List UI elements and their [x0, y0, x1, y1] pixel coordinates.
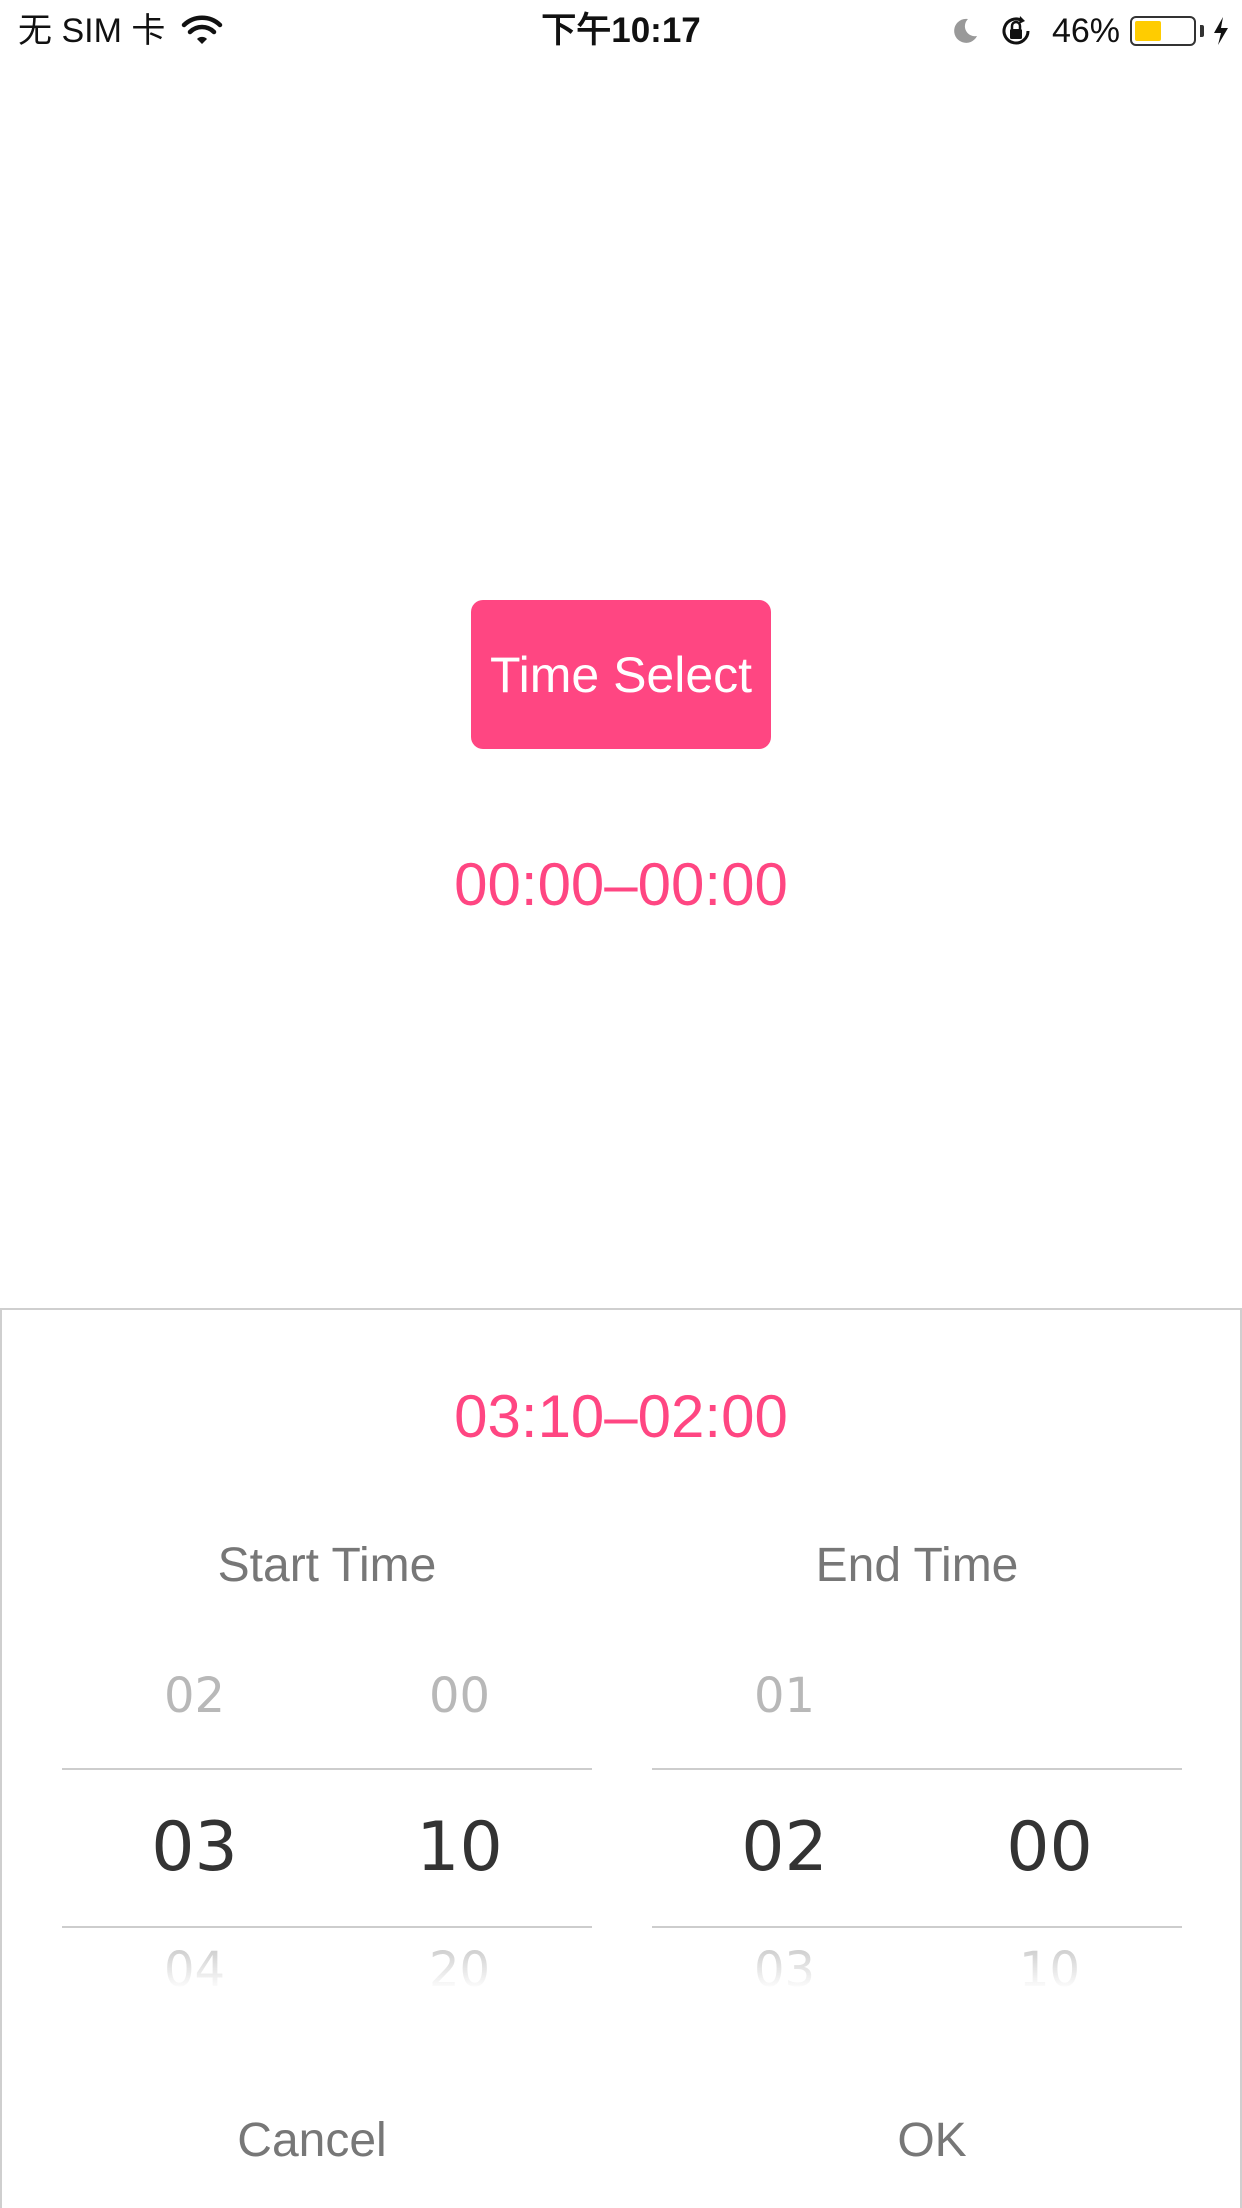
battery-tip [1200, 25, 1204, 37]
start-hour-next[interactable]: 04 [62, 1942, 327, 1990]
ok-button[interactable]: OK [732, 2090, 1132, 2190]
end-hour-wheel[interactable]: 01 02 03 [652, 1650, 917, 1990]
start-time-label: Start Time [217, 1539, 437, 1592]
start-hour-prev[interactable]: 02 [62, 1668, 327, 1724]
end-minute-next[interactable]: 10 [917, 1942, 1182, 1990]
start-hour-current[interactable]: 03 [62, 1810, 327, 1886]
end-time-label: End Time [815, 1539, 1019, 1592]
end-time-picker: 01 02 03 00 10 [652, 1650, 1182, 1990]
battery-icon [1130, 16, 1196, 46]
battery-level-fill [1135, 21, 1161, 41]
battery-percent: 46% [1051, 11, 1120, 50]
time-select-button[interactable]: Time Select [471, 600, 771, 749]
charging-bolt-icon [1214, 17, 1228, 45]
start-minute-wheel[interactable]: 00 10 20 [327, 1650, 592, 1990]
rotation-lock-icon [1002, 16, 1030, 45]
moon-icon [954, 18, 977, 43]
end-minute-current[interactable]: 00 [917, 1810, 1182, 1886]
start-hour-wheel[interactable]: 02 03 04 [62, 1650, 327, 1990]
status-bar: 无 SIM 卡 下午10:17 46% [0, 0, 1242, 62]
time-picker-sheet: 03:10–02:00 Start Time End Time 02 03 04… [0, 1308, 1242, 2208]
status-right: 46% [950, 10, 1230, 52]
picker-range-text: 03:10–02:00 [454, 1383, 788, 1450]
start-minute-next[interactable]: 20 [327, 1942, 592, 1990]
cancel-button[interactable]: Cancel [112, 2090, 512, 2190]
end-hour-next[interactable]: 03 [652, 1942, 917, 1990]
end-minute-wheel[interactable]: 00 10 [917, 1650, 1182, 1991]
start-minute-current[interactable]: 10 [327, 1810, 592, 1886]
start-time-picker: 02 03 04 00 10 20 [62, 1650, 592, 1990]
selected-range-text: 00:00–00:00 [454, 851, 788, 918]
end-hour-prev[interactable]: 01 [652, 1668, 917, 1724]
start-minute-prev[interactable]: 00 [327, 1668, 592, 1724]
end-hour-current[interactable]: 02 [652, 1810, 917, 1886]
